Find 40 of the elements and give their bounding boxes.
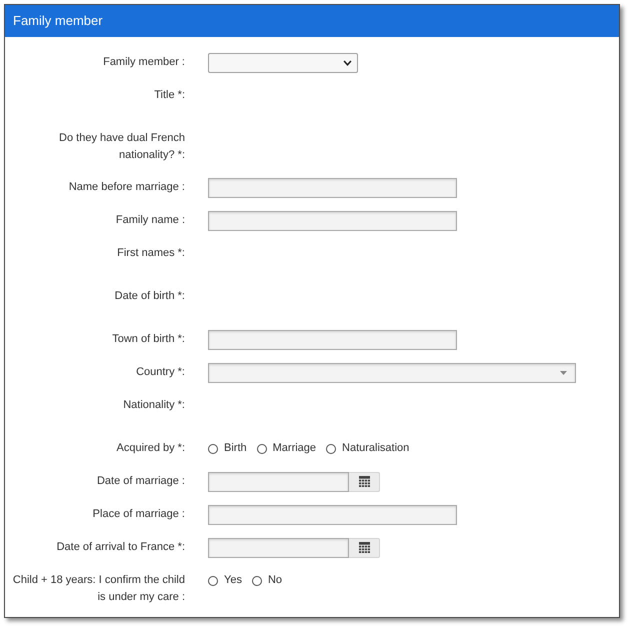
field-label: Family member : <box>103 55 185 70</box>
radio-button[interactable] <box>256 444 267 454</box>
calendar-icon <box>358 542 370 553</box>
radio-button[interactable] <box>326 444 336 454</box>
field-label: Date of marriage : <box>96 474 185 489</box>
date-field[interactable] <box>208 472 349 492</box>
field-label: Town of birth *: <box>112 332 185 347</box>
radio-button[interactable] <box>252 576 262 586</box>
field-label: Nationality *: <box>123 398 185 413</box>
combobox-field[interactable] <box>208 362 576 382</box>
field-label: Acquired by *: <box>116 441 185 456</box>
text-field[interactable] <box>208 210 457 230</box>
field-label: First names *: <box>117 246 185 261</box>
panel-title: Family member <box>13 12 103 30</box>
field-label: Country *: <box>136 365 185 380</box>
field-label: Date of birth *: <box>114 289 185 304</box>
text-field[interactable] <box>208 504 457 524</box>
option-label: Birth <box>224 441 247 456</box>
field-label: Child + 18 years: I confirm the child is under my care : <box>12 573 185 605</box>
option-label: Naturalisation <box>342 441 410 456</box>
radio-button[interactable] <box>208 444 218 454</box>
calendar-button[interactable] <box>349 538 380 558</box>
calendar-icon <box>358 476 370 487</box>
calendar-button[interactable] <box>349 472 380 492</box>
option-label: No <box>268 573 282 588</box>
option-label: Marriage <box>272 441 316 456</box>
field-label: Date of arrival to France *: <box>56 540 185 555</box>
text-field[interactable] <box>208 330 457 350</box>
field-label: Family name : <box>116 213 185 228</box>
field-label: Place of marriage : <box>92 507 185 522</box>
field-label: Title *: <box>154 88 185 103</box>
dropdown[interactable] <box>208 52 358 72</box>
caret-down-icon <box>560 370 567 374</box>
chevron-down-icon <box>343 60 352 66</box>
field-label: Do they have dual French nationality? *: <box>58 131 185 163</box>
option-label: Yes <box>224 573 242 588</box>
text-field[interactable] <box>208 178 457 198</box>
radio-button[interactable] <box>208 576 218 586</box>
date-field[interactable] <box>208 538 349 558</box>
field-label: Name before marriage : <box>68 180 185 195</box>
